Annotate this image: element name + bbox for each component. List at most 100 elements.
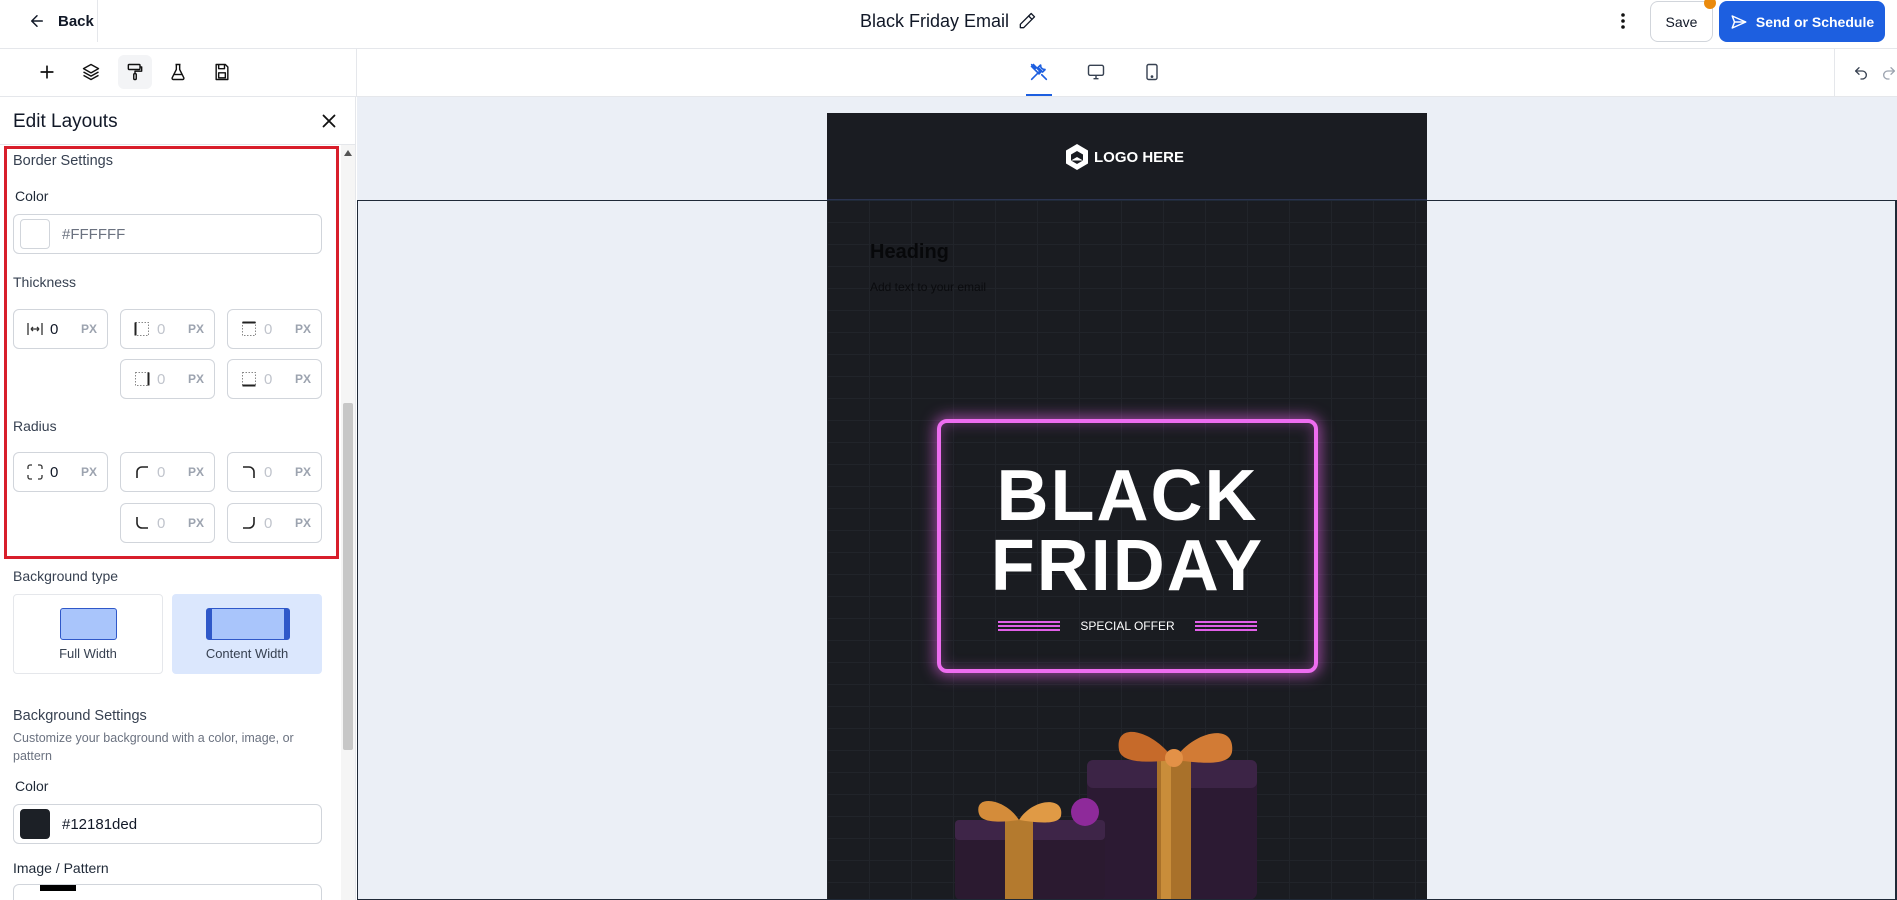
radius-bottom-right-icon: [243, 517, 255, 529]
save-template-icon: [215, 63, 229, 81]
back-button[interactable]: Back: [0, 0, 98, 42]
thickness-right-unit: PX: [187, 372, 204, 386]
radius-all-input[interactable]: 0 PX: [13, 452, 108, 492]
panel-scrollbar[interactable]: [341, 145, 355, 900]
logo-hexagon-icon: [1066, 144, 1088, 170]
thickness-top-unit: PX: [294, 322, 311, 336]
send-or-schedule-button[interactable]: Send or Schedule: [1719, 1, 1885, 42]
thickness-all-unit: PX: [80, 322, 97, 336]
border-left-icon: [134, 322, 149, 336]
panel-header: Edit Layouts: [0, 97, 355, 145]
full-width-icon: [60, 608, 117, 640]
thickness-bottom-value: 0: [264, 370, 273, 388]
design-tools-icon: [1030, 63, 1048, 81]
back-label: Back: [58, 12, 94, 30]
layers-icon: [82, 63, 100, 81]
document-title: Black Friday Email: [859, 10, 1010, 31]
background-color-field[interactable]: #12181ded: [13, 804, 322, 844]
radius-top-left-unit: PX: [187, 465, 204, 479]
background-settings-description: Customize your background with a color, …: [13, 731, 294, 763]
image-pattern-field[interactable]: [13, 884, 322, 900]
border-color-value: #FFFFFF: [62, 225, 126, 243]
background-color-value: #12181ded: [62, 815, 138, 833]
toolbar-divider: [356, 49, 357, 97]
radius-all-unit: PX: [80, 465, 97, 479]
full-width-label: Full Width: [59, 646, 117, 661]
thickness-left-unit: PX: [187, 322, 204, 336]
panel-title: Edit Layouts: [13, 111, 118, 132]
unsaved-indicator-dot: [1704, 0, 1716, 9]
thickness-bottom-input[interactable]: 0 PX: [227, 359, 322, 399]
border-color-swatch[interactable]: [20, 219, 50, 249]
content-width-label: Content Width: [205, 646, 289, 661]
radius-bottom-left-icon: [136, 517, 148, 529]
border-right-icon: [135, 372, 150, 386]
full-width-option[interactable]: Full Width: [13, 594, 163, 674]
radius-bottom-left-unit: PX: [187, 516, 204, 530]
image-pattern-preview: [40, 885, 76, 891]
background-color-label: Color: [15, 778, 49, 794]
undo-icon[interactable]: [1853, 65, 1869, 81]
thickness-right-input[interactable]: 0 PX: [120, 359, 215, 399]
radius-top-left-input[interactable]: 0 PX: [120, 452, 215, 492]
thickness-all-input[interactable]: 0 PX: [13, 309, 108, 349]
scroll-up-arrow-icon[interactable]: [344, 150, 352, 156]
save-button[interactable]: Save: [1650, 1, 1713, 42]
desktop-icon: [1087, 64, 1105, 80]
background-settings-heading: Background Settings: [13, 708, 147, 724]
radius-bottom-right-unit: PX: [294, 516, 311, 530]
selected-row-outline: [357, 200, 1897, 900]
send-label: Send or Schedule: [1755, 13, 1875, 30]
mobile-icon: [1146, 63, 1158, 81]
border-top-icon: [242, 321, 256, 336]
radius-top-right-input[interactable]: 0 PX: [227, 452, 322, 492]
styles-button[interactable]: [118, 55, 152, 89]
top-bar: Back Black Friday Email Save Send or Sch…: [0, 0, 1897, 49]
background-type-heading: Background type: [13, 568, 119, 584]
redo-icon[interactable]: [1881, 65, 1897, 81]
desktop-preview-button[interactable]: [1081, 57, 1111, 87]
paint-roller-icon: [127, 63, 143, 81]
border-settings-heading: Border Settings: [13, 153, 113, 169]
design-mode-button[interactable]: [1024, 57, 1054, 96]
radius-bottom-left-input[interactable]: 0 PX: [120, 503, 215, 543]
logo-text: LOGO HERE: [1094, 148, 1185, 166]
logo[interactable]: LOGO HERE: [1064, 143, 1184, 171]
email-header-section[interactable]: LOGO HERE: [827, 113, 1427, 200]
border-all-width-icon: [27, 323, 43, 335]
border-color-field[interactable]: #FFFFFF: [13, 214, 322, 254]
radius-top-right-unit: PX: [294, 465, 311, 479]
history-controls: [1834, 49, 1897, 97]
arrow-left-icon: [31, 15, 43, 27]
radius-top-right-icon: [243, 466, 255, 478]
radius-top-right-value: 0: [264, 463, 273, 481]
radius-label: Radius: [13, 418, 57, 434]
flask-icon: [171, 63, 185, 81]
pencil-icon[interactable]: [1017, 11, 1037, 31]
radius-bottom-right-value: 0: [264, 514, 273, 532]
thickness-label: Thickness: [13, 274, 77, 290]
save-template-button[interactable]: [205, 55, 239, 89]
send-icon: [1731, 14, 1747, 29]
thickness-bottom-unit: PX: [294, 372, 311, 386]
radius-bottom-right-input[interactable]: 0 PX: [227, 503, 322, 543]
add-element-button[interactable]: [30, 55, 64, 89]
radius-all-icon: [27, 464, 43, 480]
layers-button[interactable]: [74, 55, 108, 89]
content-width-option[interactable]: Content Width: [172, 594, 322, 674]
thickness-left-input[interactable]: 0 PX: [120, 309, 215, 349]
mobile-preview-button[interactable]: [1137, 57, 1167, 87]
close-icon[interactable]: [318, 110, 340, 132]
scrollbar-thumb[interactable]: [343, 403, 353, 750]
toolbar-row: [0, 49, 1897, 97]
image-pattern-label: Image / Pattern: [13, 860, 109, 876]
border-color-label: Color: [15, 188, 49, 204]
background-color-swatch[interactable]: [20, 809, 50, 839]
content-width-icon: [206, 608, 290, 640]
thickness-top-input[interactable]: 0 PX: [227, 309, 322, 349]
radius-top-left-value: 0: [157, 463, 166, 481]
edit-layouts-panel: Edit Layouts Border Settings Color #FFFF…: [0, 97, 356, 900]
radius-all-value: 0: [50, 463, 59, 481]
test-button[interactable]: [161, 55, 195, 89]
more-options-icon[interactable]: [1611, 9, 1635, 33]
